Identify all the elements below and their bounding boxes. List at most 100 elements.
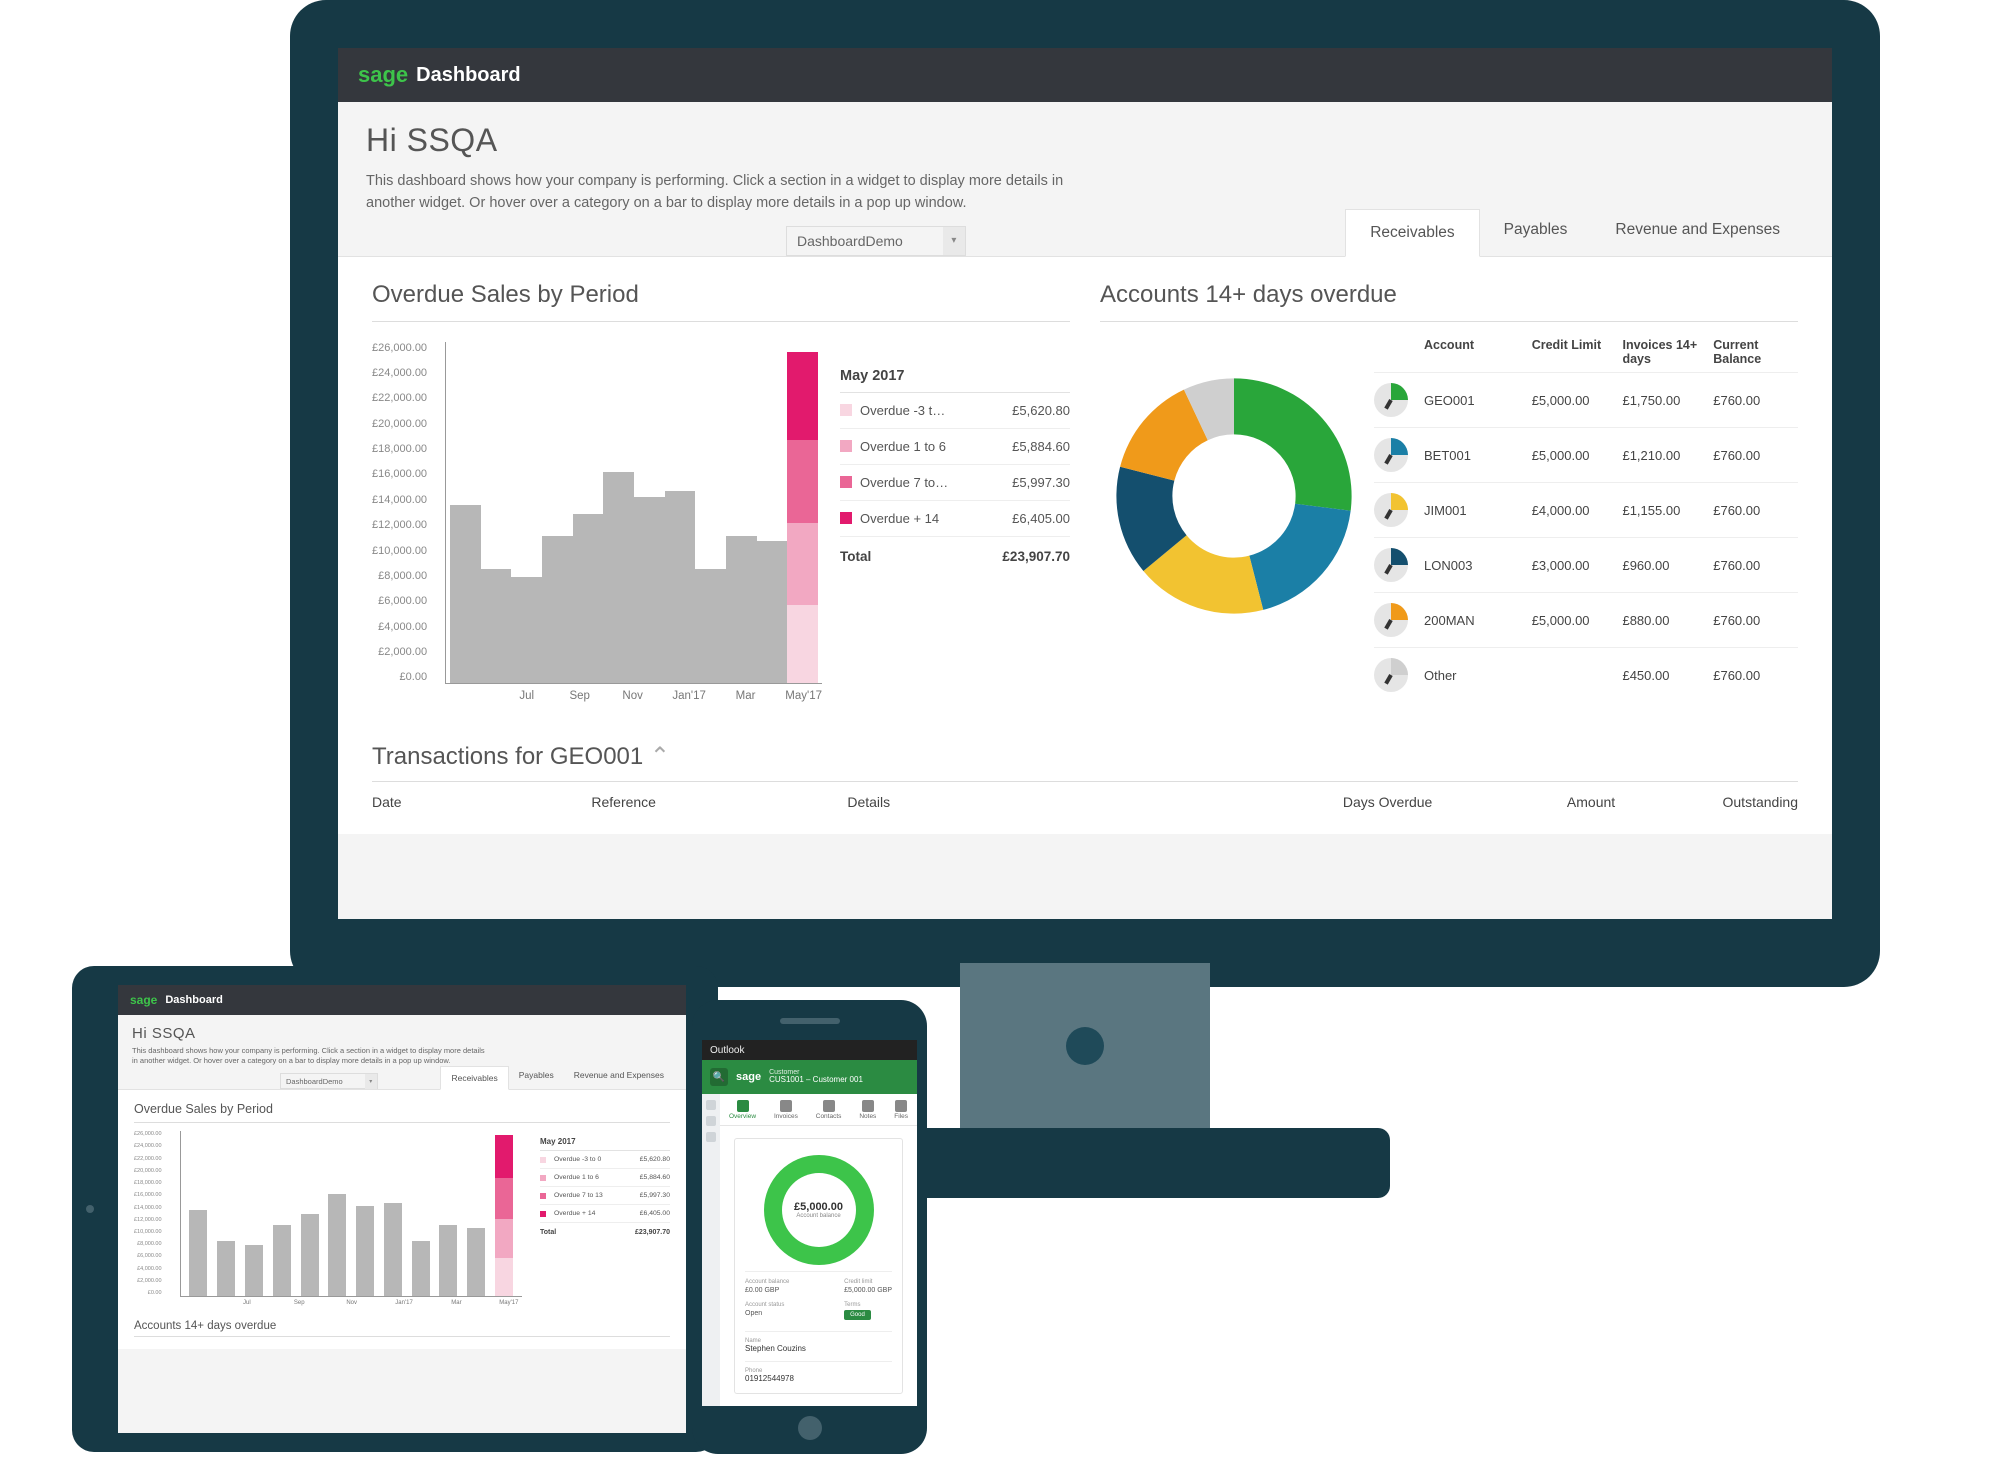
legend-row[interactable]: Overdue + 14£6,405.00 xyxy=(540,1205,670,1223)
bar-Nov[interactable] xyxy=(328,1194,346,1296)
files-icon xyxy=(895,1100,907,1112)
bar-chart[interactable]: £26,000.00£24,000.00£22,000.00£20,000.00… xyxy=(372,342,1070,702)
balance-card: £5,000.00 Account balance Account balanc… xyxy=(734,1138,903,1394)
bar-Sep[interactable] xyxy=(273,1225,291,1296)
phone-app-header: 🔍 sage Customer CUS1001 – Customer 001 xyxy=(702,1060,917,1094)
account-row[interactable]: BET001£5,000.00£1,210.00£760.00 xyxy=(1374,427,1798,482)
account-row[interactable]: LON003£3,000.00£960.00£760.00 xyxy=(1374,537,1798,592)
bar-Jun[interactable] xyxy=(189,1210,207,1296)
transactions-title: Transactions for GEO001 ⌃ xyxy=(372,742,1798,782)
bar-Jan'17[interactable] xyxy=(384,1203,402,1296)
bar-Jun[interactable] xyxy=(450,505,481,682)
overview-icon xyxy=(737,1100,749,1112)
legend-row[interactable]: Overdue 1 to 6£5,884.60 xyxy=(540,1169,670,1187)
bar-chart[interactable]: £26,000.00£24,000.00£22,000.00£20,000.00… xyxy=(134,1131,670,1306)
col-balance: Current Balance xyxy=(1713,338,1798,367)
bar-Mar[interactable] xyxy=(439,1225,457,1296)
tab-revenue-expenses[interactable]: Revenue and Expenses xyxy=(1591,207,1804,256)
bar-Aug[interactable] xyxy=(511,577,542,682)
legend-row[interactable]: Overdue -3 to 0£5,620.80 xyxy=(540,1151,670,1169)
donut-slice[interactable] xyxy=(1234,378,1352,510)
legend-row[interactable]: Overdue 7 to…£5,997.30 xyxy=(840,465,1070,501)
app-header: sage Dashboard xyxy=(118,985,686,1015)
search-icon[interactable]: 🔍 xyxy=(710,1068,728,1086)
terms-badge: Good xyxy=(844,1310,871,1320)
brand-logo: sage xyxy=(358,62,408,88)
gauge-icon xyxy=(1374,603,1408,637)
bar-May'17[interactable] xyxy=(787,352,818,683)
bar-Aug[interactable] xyxy=(245,1245,263,1296)
bar-Dec[interactable] xyxy=(634,497,665,683)
legend-row[interactable]: Overdue -3 t…£5,620.80 xyxy=(840,393,1070,429)
bar-Nov[interactable] xyxy=(603,472,634,682)
monitor-screen: sage Dashboard Hi SSQA This dashboard sh… xyxy=(338,48,1832,919)
brand-logo: sage xyxy=(736,1071,761,1083)
brand-logo: sage xyxy=(130,993,157,1007)
contacts-icon xyxy=(823,1100,835,1112)
tab-receivables[interactable]: Receivables xyxy=(1345,209,1479,257)
tab-revenue-expenses[interactable]: Revenue and Expenses xyxy=(564,1064,674,1089)
tab-payables[interactable]: Payables xyxy=(509,1064,564,1089)
legend-row[interactable]: Overdue + 14£6,405.00 xyxy=(840,501,1070,537)
dataset-dropdown-label: DashboardDemo xyxy=(797,233,903,249)
dataset-dropdown[interactable]: DashboardDemo ▾ xyxy=(280,1073,378,1089)
legend-row[interactable]: Overdue 7 to 13£5,997.30 xyxy=(540,1187,670,1205)
gauge-icon xyxy=(1374,493,1408,527)
accounts-donut-chart[interactable] xyxy=(1094,356,1374,636)
gauge-icon xyxy=(1374,383,1408,417)
accounts-title: Accounts 14+ days overdue xyxy=(134,1320,670,1337)
phone-tab-files[interactable]: Files xyxy=(894,1100,908,1120)
dashboard-body: Overdue Sales by Period £26,000.00£24,00… xyxy=(338,257,1832,835)
th-reference: Reference xyxy=(591,794,847,810)
app-title: Dashboard xyxy=(165,994,222,1006)
balance-value: £5,000.00 xyxy=(794,1201,843,1213)
bar-Jan'17[interactable] xyxy=(665,491,696,682)
phone-tab-notes[interactable]: Notes xyxy=(859,1100,876,1120)
legend-row[interactable]: Overdue 1 to 6£5,884.60 xyxy=(840,429,1070,465)
dashboard-body: Overdue Sales by Period £26,000.00£24,00… xyxy=(118,1090,686,1349)
accounts-title: Accounts 14+ days overdue xyxy=(1100,281,1798,322)
bar-Oct[interactable] xyxy=(301,1214,319,1296)
bar-Dec[interactable] xyxy=(356,1206,374,1296)
tab-receivables[interactable]: Receivables xyxy=(440,1066,508,1090)
bar-chart-plot[interactable] xyxy=(180,1131,522,1297)
invoices-icon xyxy=(780,1100,792,1112)
account-row[interactable]: GEO001£5,000.00£1,750.00£760.00 xyxy=(1374,372,1798,427)
account-row[interactable]: 200MAN£5,000.00£880.00£760.00 xyxy=(1374,592,1798,647)
tab-payables[interactable]: Payables xyxy=(1480,207,1592,256)
bar-Feb[interactable] xyxy=(412,1241,430,1296)
monitor-bezel: sage Dashboard Hi SSQA This dashboard sh… xyxy=(290,0,1880,987)
bar-May'17[interactable] xyxy=(495,1135,513,1296)
transactions-header: Date Reference Details Days Overdue Amou… xyxy=(372,782,1798,810)
bar-Feb[interactable] xyxy=(695,569,726,683)
legend-total-value: £23,907.70 xyxy=(1002,549,1070,564)
chevron-down-icon[interactable]: ▾ xyxy=(365,1074,377,1089)
bar-Jul[interactable] xyxy=(481,569,512,683)
chevron-down-icon[interactable]: ▾ xyxy=(943,227,965,255)
bar-Apr[interactable] xyxy=(467,1228,485,1297)
bar-Oct[interactable] xyxy=(573,514,604,683)
bar-Sep[interactable] xyxy=(542,536,573,683)
phone-tab-invoices[interactable]: Invoices xyxy=(774,1100,798,1120)
dataset-dropdown[interactable]: DashboardDemo ▾ xyxy=(786,226,966,256)
gauge-icon xyxy=(1374,658,1408,692)
col-invoices: Invoices 14+ days xyxy=(1622,338,1707,367)
tablet-device: sage Dashboard Hi SSQA This dashboard sh… xyxy=(72,966,718,1452)
bar-Mar[interactable] xyxy=(726,536,757,683)
bar-Jul[interactable] xyxy=(217,1241,235,1296)
account-row[interactable]: Other£450.00£760.00 xyxy=(1374,647,1798,702)
greeting: Hi SSQA xyxy=(132,1025,672,1042)
x-axis-labels: JulSepNovJan'17MarMay'17 xyxy=(445,690,822,702)
bar-Apr[interactable] xyxy=(757,541,788,682)
phone-tab-overview[interactable]: Overview xyxy=(729,1100,756,1120)
overdue-sales-title: Overdue Sales by Period xyxy=(372,281,1070,322)
donut-slice[interactable] xyxy=(1249,503,1350,609)
gauge-icon xyxy=(1374,438,1408,472)
tab-bar: DashboardDemo ▾ Receivables Payables Rev… xyxy=(118,1064,686,1090)
balance-caption: Account balance xyxy=(796,1213,840,1219)
phone-tab-contacts[interactable]: Contacts xyxy=(816,1100,842,1120)
legend-title: May 2017 xyxy=(540,1137,670,1151)
account-row[interactable]: JIM001£4,000.00£1,155.00£760.00 xyxy=(1374,482,1798,537)
bar-chart-plot[interactable] xyxy=(445,342,822,684)
accounts-widget: Accounts 14+ days overdue Account Credit… xyxy=(1100,281,1798,703)
